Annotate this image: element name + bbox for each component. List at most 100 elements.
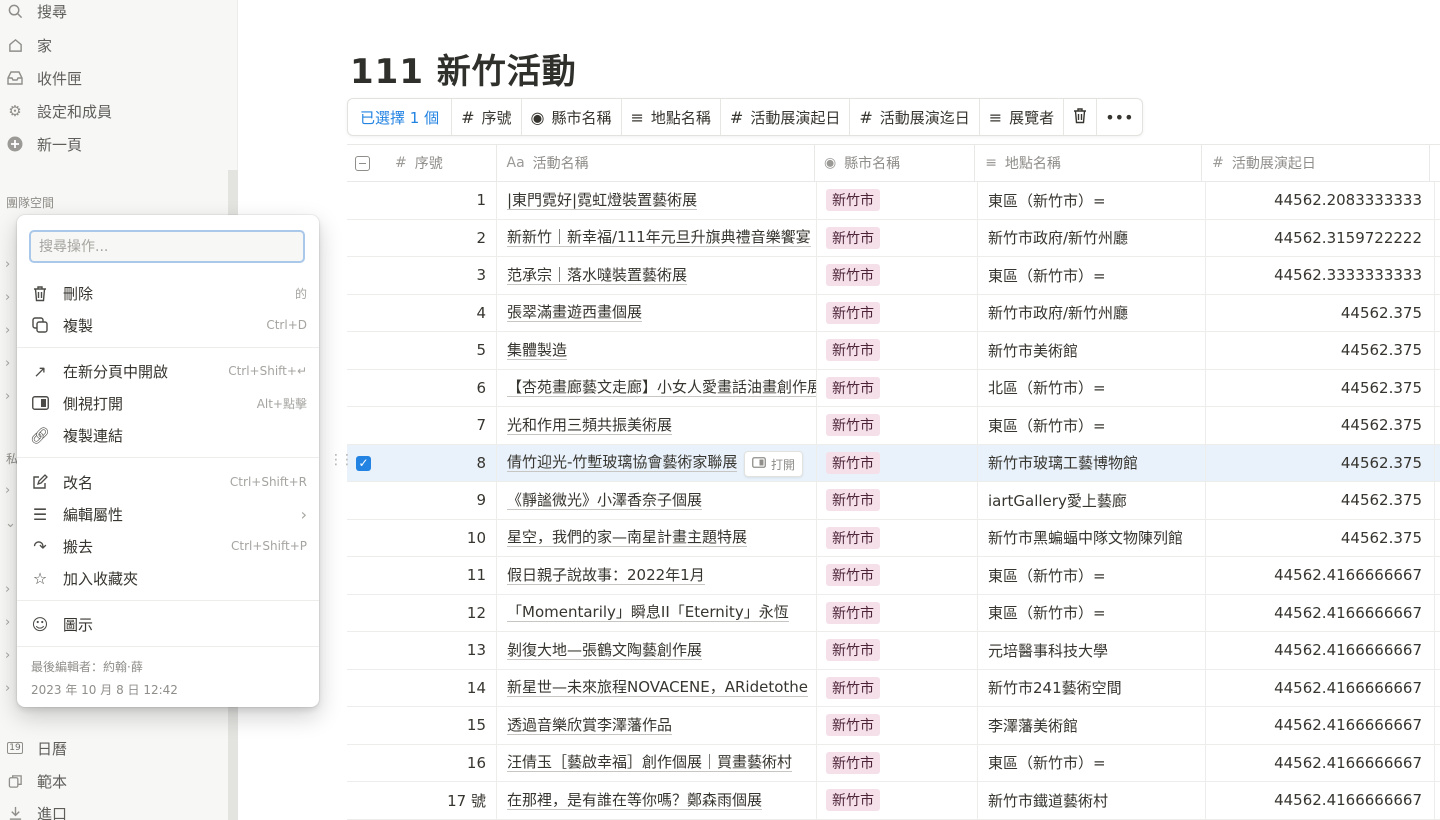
cell-name[interactable]: 集體製造 [497, 332, 817, 369]
menu-item-edit-properties[interactable]: ☰ 編輯屬性 › [29, 500, 307, 528]
cell-place[interactable]: 新竹市玻璃工藝博物館 [978, 444, 1206, 481]
chevron-right-icon[interactable]: › [5, 483, 10, 498]
cell-no[interactable]: 16 [347, 744, 497, 781]
cell-name[interactable]: 【杏苑畫廊藝文走廊】小女人愛畫話油畫創作展 [497, 369, 817, 406]
cell-place[interactable]: 東區（新竹市）= [978, 594, 1206, 631]
chevron-right-icon[interactable]: › [5, 356, 10, 371]
menu-item-rename[interactable]: 改名 Ctrl+Shift+R [29, 468, 307, 496]
cell-city[interactable]: 新竹市 [817, 257, 978, 294]
table-row[interactable]: 7 光和作用三頻共振美術展 新竹市 東區（新竹市）= 44562.375 [347, 407, 1440, 445]
cell-no[interactable]: 17 號 [347, 782, 497, 819]
cell-place[interactable]: 北區（新竹市）= [978, 369, 1206, 406]
cell-no[interactable]: 9 [347, 482, 497, 519]
cell-start[interactable]: 44562.3159722222 [1206, 219, 1435, 256]
sidebar-item-settings[interactable]: ⚙ 設定和成員 [0, 98, 112, 124]
cell-name[interactable]: 汪倩玉［藝啟幸福］創作個展｜買畫藝術村 [497, 744, 817, 781]
cell-city[interactable]: 新竹市 [817, 482, 978, 519]
page-title[interactable]: 111 新竹活動 [350, 44, 577, 93]
cell-more[interactable] [1435, 370, 1440, 407]
chevron-down-icon[interactable]: ⌄ [5, 516, 16, 531]
table-row[interactable]: 10 星空，我們的家—南星計畫主題特展 新竹市 新竹市黑蝙蝠中隊文物陳列館 44562.… [347, 519, 1440, 557]
more-button[interactable]: ••• [1097, 99, 1141, 135]
cell-place[interactable]: 新竹市241藝術空間 [978, 669, 1206, 706]
cell-start[interactable]: 44562.4166666667 [1206, 594, 1435, 631]
cell-name[interactable]: 假日親子說故事：2022年1月 [497, 557, 817, 594]
cell-place[interactable]: 東區（新竹市）= [978, 257, 1206, 294]
toolbar-prop-start[interactable]: # 活動展演起日 [721, 99, 851, 135]
cell-start[interactable]: 44562.4166666667 [1206, 707, 1435, 744]
select-all-checkbox[interactable] [355, 156, 370, 171]
cell-start[interactable]: 44562.375 [1206, 407, 1435, 444]
menu-search-input[interactable] [29, 230, 305, 263]
cell-no[interactable]: 11 [347, 557, 497, 594]
menu-item-copy-link[interactable]: 🔗︎ 複製連結 [29, 421, 307, 449]
cell-name[interactable]: 星空，我們的家—南星計畫主題特展 [497, 519, 817, 556]
table-row[interactable]: 6 【杏苑畫廊藝文走廊】小女人愛畫話油畫創作展 新竹市 北區（新竹市）= 44562.3… [347, 369, 1440, 407]
table-row[interactable]: 17 號 在那裡，是有誰在等你嗎？鄭森雨個展 新竹市 新竹市鐵道藝術村 44562.41… [347, 782, 1440, 820]
cell-city[interactable]: 新竹市 [817, 519, 978, 556]
cell-more[interactable] [1435, 445, 1440, 482]
cell-more[interactable] [1435, 332, 1440, 369]
cell-start[interactable]: 44562.375 [1206, 444, 1435, 481]
column-header-place[interactable]: ≡ 地點名稱 [975, 145, 1203, 181]
cell-more[interactable] [1435, 257, 1440, 294]
cell-start[interactable]: 44562.2083333333 [1206, 182, 1435, 219]
cell-city[interactable]: 新竹市 [817, 444, 978, 481]
cell-place[interactable]: 新竹市鐵道藝術村 [978, 782, 1206, 819]
sidebar-item-new-page[interactable]: 新一頁 [0, 131, 82, 157]
cell-more[interactable] [1435, 670, 1440, 707]
chevron-right-icon[interactable]: › [5, 681, 10, 696]
cell-name[interactable]: 透過音樂欣賞李澤藩作品 [497, 707, 817, 744]
chevron-right-icon[interactable]: › [5, 389, 10, 404]
menu-item-move[interactable]: ↷ 搬去 Ctrl+Shift+P [29, 532, 307, 560]
cell-start[interactable]: 44562.375 [1206, 519, 1435, 556]
chevron-right-icon[interactable]: › [5, 257, 10, 272]
cell-more[interactable] [1435, 295, 1440, 332]
toolbar-prop-exhibitor[interactable]: ≡ 展覽者 [980, 99, 1065, 135]
table-row[interactable]: 15 透過音樂欣賞李澤藩作品 新竹市 李澤藩美術館 44562.4166666667 [347, 707, 1440, 745]
toolbar-prop-city[interactable]: ◉ 縣市名稱 [522, 99, 622, 135]
cell-more[interactable] [1435, 782, 1440, 819]
cell-name[interactable]: 范承宗｜落水噠裝置藝術展 [497, 257, 817, 294]
menu-item-delete[interactable]: 刪除 的 [29, 279, 307, 307]
cell-start[interactable]: 44562.4166666667 [1206, 782, 1435, 819]
cell-place[interactable]: 東區（新竹市）= [978, 182, 1206, 219]
table-row[interactable]: 14 新星世—未來旅程NOVACENE，ARidetothe 新竹市 新竹市241藝術… [347, 669, 1440, 707]
toolbar-prop-end[interactable]: # 活動展演迄日 [850, 99, 980, 135]
cell-start[interactable]: 44562.375 [1206, 332, 1435, 369]
cell-city[interactable]: 新竹市 [817, 182, 978, 219]
table-row[interactable]: 4 張翠滿畫遊西畫個展 新竹市 新竹市政府/新竹州廳 44562.375 [347, 294, 1440, 332]
menu-item-side-peek[interactable]: 側視打開 Alt+點擊 [29, 389, 307, 417]
cell-no[interactable]: 13 [347, 632, 497, 669]
cell-place[interactable]: 李澤藩美術館 [978, 707, 1206, 744]
cell-no[interactable]: 5 [347, 332, 497, 369]
cell-name[interactable]: |東門霓好|霓虹燈裝置藝術展 [497, 182, 817, 219]
cell-city[interactable]: 新竹市 [817, 669, 978, 706]
cell-city[interactable]: 新竹市 [817, 557, 978, 594]
column-header-no[interactable]: # 序號 [347, 145, 497, 181]
sidebar-item-search[interactable]: 搜尋 [0, 0, 67, 24]
cell-place[interactable]: 新竹市政府/新竹州廳 [978, 219, 1206, 256]
cell-start[interactable]: 44562.4166666667 [1206, 632, 1435, 669]
menu-item-favorite[interactable]: ☆ 加入收藏夾 [29, 564, 307, 592]
cell-no[interactable]: 10 [347, 519, 497, 556]
selected-count-button[interactable]: 已選擇 1 個 [348, 99, 453, 135]
sidebar-item-inbox[interactable]: 收件匣 [0, 65, 82, 91]
cell-name[interactable]: 《靜謐微光》小澤香奈子個展 [497, 482, 817, 519]
table-row[interactable]: 9 《靜謐微光》小澤香奈子個展 新竹市 iartGallery愛上藝廊 44562.37… [347, 482, 1440, 520]
cell-city[interactable]: 新竹市 [817, 407, 978, 444]
cell-place[interactable]: 新竹市黑蝙蝠中隊文物陳列館 [978, 519, 1206, 556]
cell-start[interactable]: 44562.375 [1206, 369, 1435, 406]
cell-more[interactable] [1435, 220, 1440, 257]
table-row[interactable]: 16 汪倩玉［藝啟幸福］創作個展｜買畫藝術村 新竹市 東區（新竹市）= 44562.41… [347, 744, 1440, 782]
cell-more[interactable] [1435, 595, 1440, 632]
cell-no[interactable]: 15 [347, 707, 497, 744]
cell-city[interactable]: 新竹市 [817, 219, 978, 256]
cell-more[interactable] [1435, 632, 1440, 669]
cell-start[interactable]: 44562.3333333333 [1206, 257, 1435, 294]
table-row[interactable]: 13 剝復大地—張鶴文陶藝創作展 新竹市 元培醫事科技大學 44562.41666666… [347, 632, 1440, 670]
cell-place[interactable]: iartGallery愛上藝廊 [978, 482, 1206, 519]
cell-no[interactable]: 2 [347, 219, 497, 256]
cell-city[interactable]: 新竹市 [817, 594, 978, 631]
cell-place[interactable]: 東區（新竹市）= [978, 744, 1206, 781]
